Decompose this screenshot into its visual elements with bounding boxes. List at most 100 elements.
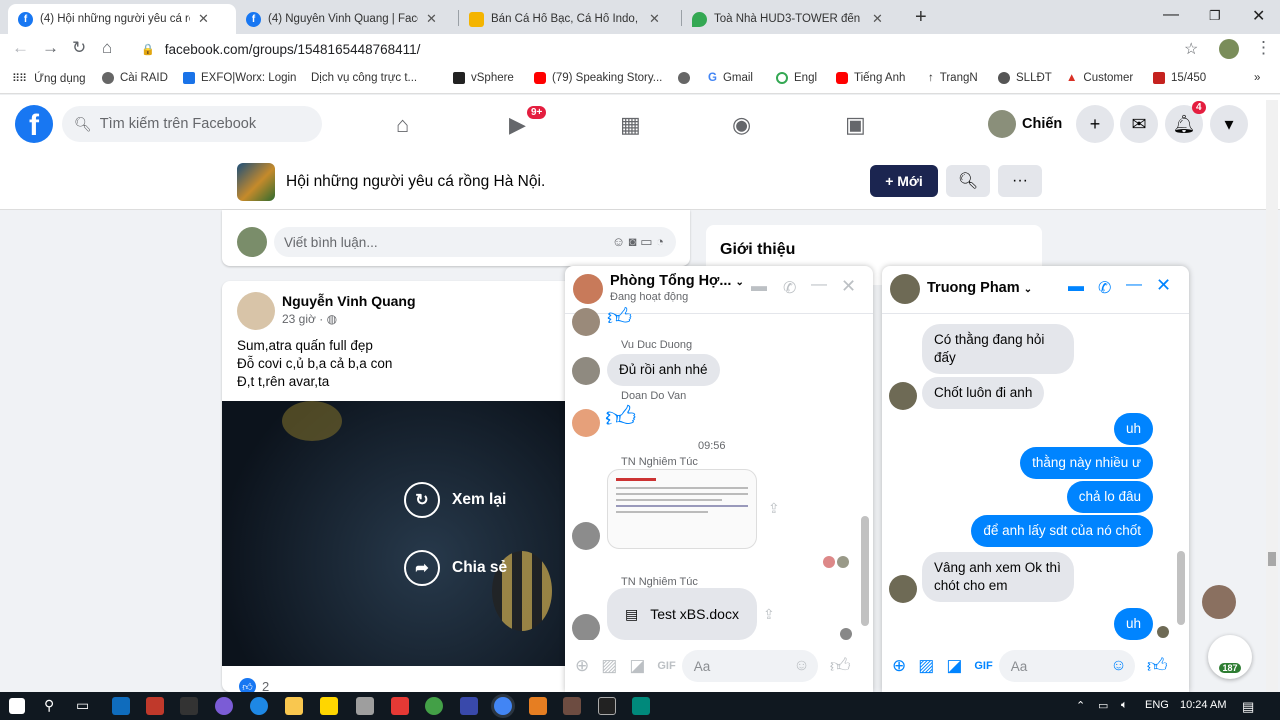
bookmark-item[interactable]: vSphere: [453, 72, 514, 84]
file-attachment[interactable]: ▤ Test xBS.docx: [607, 588, 757, 640]
new-tab-button[interactable]: +: [915, 6, 927, 29]
bookmark-item[interactable]: Cài RAID: [102, 72, 168, 84]
group-name[interactable]: Hội những người yêu cá rồng Hà Nội.: [286, 173, 545, 191]
app-icon[interactable]: [632, 697, 650, 715]
new-post-button[interactable]: + Mới: [870, 165, 938, 197]
close-icon[interactable]: ✕: [198, 11, 209, 27]
groups-nav-icon[interactable]: ◉: [732, 112, 751, 138]
close-chat-icon[interactable]: ✕: [1156, 275, 1171, 296]
thumbs-up-icon[interactable]: 👍︎: [830, 654, 851, 678]
group-search-icon[interactable]: 🔍︎: [946, 165, 990, 197]
app-icon[interactable]: [391, 697, 409, 715]
tab-1[interactable]: f (4) Hội những người yêu cá rồng ✕: [8, 4, 236, 34]
photo-icon[interactable]: ▨: [601, 656, 617, 676]
thumbs-up-icon[interactable]: 👍︎: [1147, 654, 1168, 678]
bookmark-item[interactable]: Tiếng Anh: [836, 72, 905, 84]
comment-input[interactable]: Viết bình luận... ☺ ◙ ▭ ◔: [274, 227, 676, 257]
bookmark-item[interactable]: [678, 72, 696, 84]
marketplace-nav-icon[interactable]: ▦: [620, 112, 641, 138]
post-video[interactable]: [222, 401, 565, 666]
gif-icon[interactable]: GIF: [657, 660, 675, 672]
gif-icon[interactable]: GIF: [974, 660, 992, 672]
close-icon[interactable]: ✕: [872, 11, 883, 27]
minimize-chat-icon[interactable]: —: [1126, 276, 1142, 294]
tray-chevron-icon[interactable]: ⌃: [1076, 699, 1085, 712]
emoji-icon[interactable]: ☺: [1110, 657, 1126, 675]
plus-icon[interactable]: ⊕: [575, 656, 589, 676]
close-icon[interactable]: ✕: [426, 11, 437, 27]
video-call-icon[interactable]: ▬: [751, 278, 767, 296]
network-icon[interactable]: ▭: [1098, 699, 1108, 712]
close-chat-icon[interactable]: ✕: [841, 276, 856, 297]
forward-icon[interactable]: →: [42, 38, 59, 58]
watch-nav-icon[interactable]: ▶: [509, 112, 526, 138]
app-icon[interactable]: [215, 697, 233, 715]
messenger-icon[interactable]: ✉: [1120, 105, 1158, 143]
chat-title[interactable]: Truong Pham ⌄: [927, 280, 1032, 296]
fb-search-input[interactable]: 🔍︎ Tìm kiếm trên Facebook: [62, 106, 322, 142]
new-message-button[interactable]: 187: [1208, 635, 1252, 679]
bookmarks-overflow-icon[interactable]: »: [1254, 72, 1260, 84]
app-icon[interactable]: [320, 697, 338, 715]
scrollbar-thumb[interactable]: [1268, 552, 1276, 566]
page-scrollbar[interactable]: [1266, 100, 1278, 692]
emoji-icon[interactable]: ☺: [793, 657, 809, 675]
chat-input[interactable]: Aa ☺: [998, 650, 1135, 682]
sticker-icon[interactable]: ◪: [946, 656, 962, 676]
search-icon[interactable]: ⚲: [44, 697, 54, 714]
app-icon[interactable]: [356, 697, 374, 715]
language-indicator[interactable]: ENG: [1145, 699, 1169, 711]
bookmark-item[interactable]: G Gmail: [708, 72, 753, 84]
app-icon[interactable]: [563, 697, 581, 715]
phone-icon[interactable]: ✆: [1098, 278, 1111, 298]
tab-4[interactable]: Toà Nhà HUD3-TOWER đến 143 ✕: [682, 4, 904, 34]
photo-icon[interactable]: ▨: [918, 656, 934, 676]
group-thumbnail[interactable]: [237, 163, 275, 201]
terminal-icon[interactable]: [598, 697, 616, 715]
bookmark-item[interactable]: EXFO|Worx: Login: [183, 72, 296, 84]
close-icon[interactable]: ✕: [649, 11, 660, 27]
notification-center-icon[interactable]: ▤: [1242, 699, 1254, 715]
chrome-icon[interactable]: [494, 697, 512, 715]
bookmark-item[interactable]: Engl: [776, 72, 817, 84]
file-explorer-icon[interactable]: [285, 697, 303, 715]
emoji-camera-gif-sticker-icons[interactable]: ☺ ◙ ▭ ◔: [612, 234, 664, 250]
plus-icon[interactable]: ⊕: [892, 656, 906, 676]
bookmark-item[interactable]: Dịch vụ công trực t...: [311, 72, 417, 84]
sticker-icon[interactable]: ◪: [629, 656, 645, 676]
bookmark-item[interactable]: SLLĐT: [998, 72, 1052, 84]
profile-link[interactable]: Chiến: [988, 110, 1062, 138]
outlook-icon[interactable]: [112, 697, 130, 715]
app-icon[interactable]: [425, 697, 443, 715]
bookmark-item[interactable]: ▲ Customer: [1066, 72, 1133, 84]
windows-start-icon[interactable]: [9, 698, 25, 714]
forward-icon[interactable]: ⇪: [768, 500, 780, 517]
minimize-icon[interactable]: —: [1163, 6, 1179, 24]
app-icon[interactable]: [460, 697, 478, 715]
app-icon[interactable]: [146, 697, 164, 715]
reload-icon[interactable]: ↻: [72, 38, 86, 58]
bookmark-item[interactable]: (79) Speaking Story...: [534, 72, 662, 84]
post-time[interactable]: 23 giờ · ◍: [282, 312, 337, 326]
minimize-chat-icon[interactable]: —: [811, 276, 827, 294]
bookmark-item[interactable]: 15/450: [1153, 72, 1206, 84]
post-author[interactable]: Nguyễn Vinh Quang: [282, 293, 416, 309]
back-icon[interactable]: ←: [12, 38, 29, 58]
app-icon[interactable]: [180, 697, 198, 715]
contact-avatar[interactable]: [1202, 585, 1236, 619]
app-icon[interactable]: [529, 697, 547, 715]
clock[interactable]: 10:24 AM: [1180, 699, 1226, 711]
bookmark-apps[interactable]: ⠿⠿ Ứng dụng: [12, 72, 86, 86]
create-button[interactable]: +: [1076, 105, 1114, 143]
chat-title[interactable]: Phòng Tổng Hợ... ⌄: [610, 273, 744, 289]
chat-input[interactable]: Aa ☺: [681, 650, 818, 682]
scrollbar[interactable]: [861, 516, 869, 626]
bookmark-star-icon[interactable]: ☆: [1184, 39, 1198, 59]
bookmark-item[interactable]: ↑ TrangN: [928, 72, 978, 84]
forward-icon[interactable]: ⇪: [763, 606, 775, 623]
phone-icon[interactable]: ✆: [783, 278, 796, 298]
document-preview-image[interactable]: [607, 469, 757, 549]
tab-2[interactable]: f (4) Nguyễn Vinh Quang | Facebo ✕: [236, 4, 458, 34]
menu-kebab-icon[interactable]: ⋮: [1255, 38, 1272, 58]
home-icon[interactable]: ⌂: [102, 38, 112, 58]
